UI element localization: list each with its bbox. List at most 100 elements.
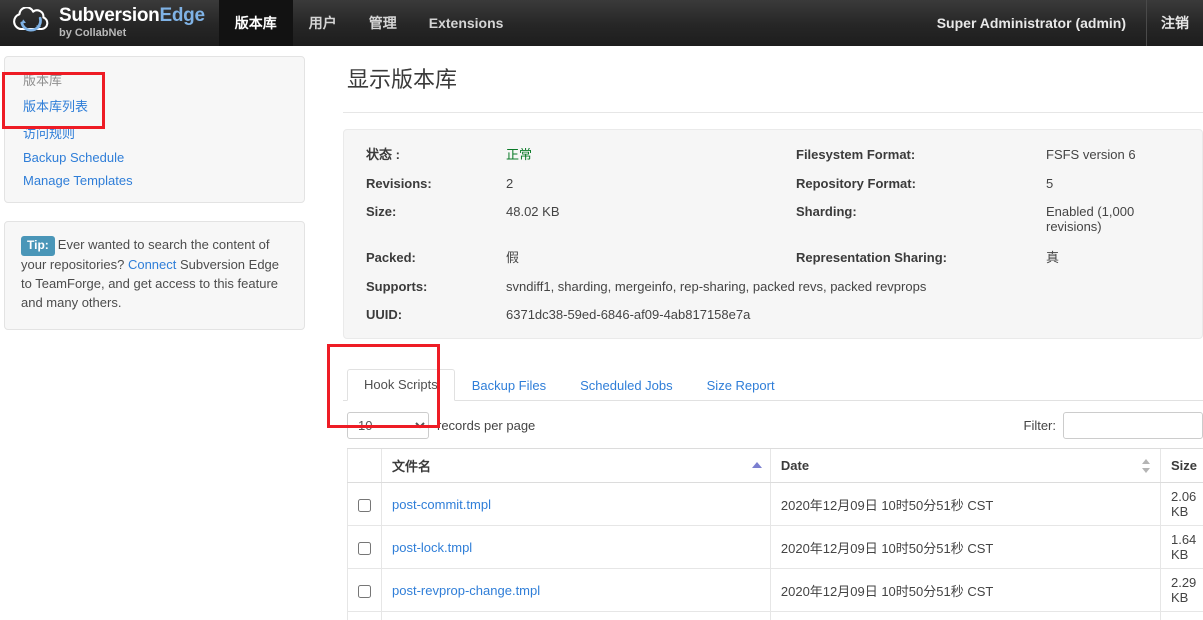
row-checkbox[interactable] [358, 584, 371, 598]
sidebar-menu-heading: 版本库 [23, 73, 63, 88]
file-link[interactable]: post-lock.tmpl [392, 540, 472, 555]
sidebar-item-manage-templates[interactable]: Manage Templates [5, 169, 304, 192]
repository-info-panel: 状态 : 正常 Filesystem Format: FSFS version … [343, 129, 1203, 339]
row-checkbox[interactable] [358, 498, 371, 512]
repository-info-grid: 状态 : 正常 Filesystem Format: FSFS version … [366, 144, 1180, 322]
info-value-revisions: 2 [506, 176, 514, 191]
info-label-repository-format: Repository Format: [796, 176, 916, 191]
brand-name-secondary: Edge [159, 5, 205, 26]
top-bar-right: Super Administrator (admin) 注销 [917, 0, 1203, 46]
logout-button[interactable]: 注销 [1146, 0, 1203, 46]
info-label-sharding: Sharding: [796, 204, 857, 219]
info-label-status: 状态 : [366, 147, 400, 162]
brand-logo-area[interactable]: SubversionEdge by CollabNet [0, 0, 219, 46]
column-header-filename[interactable]: 文件名 [381, 448, 771, 483]
table-row: post-lock.tmpl 2020年12月09日 10时50分51秒 CST… [347, 525, 1203, 569]
info-label-size: Size: [366, 204, 397, 219]
top-navigation-bar: SubversionEdge by CollabNet 版本库 用户 管理 Ex… [0, 0, 1203, 46]
sidebar: 版本库 版本库列表 访问规则 Backup Schedule Manage Te… [0, 46, 305, 330]
row-checkbox[interactable] [358, 541, 371, 555]
row-size-cell: 1.64 KB [1159, 525, 1203, 569]
info-label-packed: Packed: [366, 250, 416, 265]
nav-item-repositories[interactable]: 版本库 [218, 0, 293, 46]
row-size-cell: 2.06 KB [1159, 482, 1203, 526]
filter-label: Filter: [1023, 418, 1057, 433]
row-select-cell [347, 568, 382, 612]
info-label-representation-sharing: Representation Sharing: [796, 250, 947, 265]
filter-area: Filter: [1024, 412, 1203, 439]
info-value-representation-sharing: 真 [1046, 250, 1060, 265]
table-row: post-unlock.tmpl 2020年12月09日 10时50分51秒 C… [347, 611, 1203, 620]
brand-name-primary: Subversion [59, 5, 160, 26]
table-row: post-commit.tmpl 2020年12月09日 10时50分51秒 C… [347, 482, 1203, 526]
tip-badge: Tip: [21, 236, 55, 257]
info-label-revisions: Revisions: [366, 176, 432, 191]
info-value-filesystem-format: FSFS version 6 [1046, 147, 1136, 162]
row-select-cell [347, 482, 382, 526]
brand-text: SubversionEdge by CollabNet [59, 6, 205, 40]
brand-tagline: by CollabNet [59, 27, 127, 39]
current-user-label: Super Administrator (admin) [936, 15, 1126, 31]
table-row: post-revprop-change.tmpl 2020年12月09日 10时… [347, 568, 1203, 612]
column-header-filename-label: 文件名 [392, 459, 432, 474]
row-date-cell: 2020年12月09日 10时50分51秒 CST [769, 568, 1161, 612]
tab-hook-scripts[interactable]: Hook Scripts [347, 369, 455, 401]
nav-item-extensions[interactable]: Extensions [413, 0, 520, 46]
info-value-supports: svndiff1, sharding, mergeinfo, rep-shari… [506, 279, 927, 294]
hook-scripts-table-body: post-commit.tmpl 2020年12月09日 10时50分51秒 C… [347, 482, 1203, 620]
sidebar-item-repository-list[interactable]: 版本库列表 [5, 92, 304, 119]
column-header-select[interactable] [347, 448, 382, 483]
nav-item-users[interactable]: 用户 [293, 0, 353, 46]
info-value-status: 正常 [506, 147, 533, 162]
row-size-cell: 1.57 KB [1159, 611, 1203, 620]
row-date-cell: 2020年12月09日 10时50分51秒 CST [769, 482, 1161, 526]
main-content: 显示版本库 状态 : 正常 Filesystem Format: FSFS ve… [305, 46, 1203, 620]
sort-both-icon [1141, 458, 1151, 473]
info-value-uuid: 6371dc38-59ed-6846-af09-4ab817158e7a [506, 307, 751, 322]
table-header-row: 文件名 Date Size [347, 448, 1203, 483]
tab-scheduled-jobs[interactable]: Scheduled Jobs [563, 370, 690, 401]
cloud-arrows-logo-icon [8, 6, 50, 39]
page-title: 显示版本库 [347, 67, 458, 92]
records-per-page-label: records per page [437, 418, 536, 433]
hook-scripts-table-head: 文件名 Date Size [347, 448, 1203, 483]
sidebar-item-access-rules[interactable]: 访问规则 [5, 119, 304, 146]
tab-size-report[interactable]: Size Report [690, 370, 792, 401]
row-select-cell [347, 611, 382, 620]
row-filename-cell: post-lock.tmpl [381, 525, 771, 569]
hook-scripts-table: 文件名 Date Size post-commit.tmpl 2020年12月0… [347, 448, 1203, 620]
tip-panel: Tip: Ever wanted to search the content of… [4, 221, 305, 330]
info-label-supports: Supports: [366, 279, 428, 294]
row-filename-cell: post-revprop-change.tmpl [381, 568, 771, 612]
row-select-cell [347, 525, 382, 569]
file-link[interactable]: post-commit.tmpl [392, 497, 491, 512]
row-filename-cell: post-unlock.tmpl [381, 611, 771, 620]
info-label-uuid: UUID: [366, 307, 403, 322]
column-header-date-label: Date [780, 458, 810, 473]
tab-backup-files[interactable]: Backup Files [455, 370, 563, 401]
column-header-size-label: Size [1170, 458, 1197, 473]
page-body: 版本库 版本库列表 访问规则 Backup Schedule Manage Te… [0, 46, 1203, 620]
tip-connect-link[interactable]: Connect [128, 257, 176, 272]
row-date-cell: 2020年12月09日 10时50分51秒 CST [769, 611, 1161, 620]
info-label-filesystem-format: Filesystem Format: [796, 147, 916, 162]
main-nav: 版本库 用户 管理 Extensions [218, 0, 520, 46]
file-link[interactable]: post-revprop-change.tmpl [392, 583, 540, 598]
sidebar-item-backup-schedule[interactable]: Backup Schedule [5, 146, 304, 169]
column-header-date[interactable]: Date [769, 448, 1161, 483]
records-per-page-select[interactable]: 10 25 50 100 [347, 412, 429, 439]
nav-item-administration[interactable]: 管理 [353, 0, 413, 46]
table-controls: 10 25 50 100 records per page Filter: [343, 412, 1203, 439]
row-filename-cell: post-commit.tmpl [381, 482, 771, 526]
sidebar-menu-panel: 版本库 版本库列表 访问规则 Backup Schedule Manage Te… [4, 56, 305, 203]
repository-detail-tabs: Hook Scripts Backup Files Scheduled Jobs… [343, 365, 1203, 401]
sort-ascending-icon [751, 459, 762, 473]
info-value-sharding: Enabled (1,000 revisions) [1046, 204, 1135, 234]
row-size-cell: 2.29 KB [1159, 568, 1203, 612]
filter-input[interactable] [1063, 412, 1203, 439]
info-value-size: 48.02 KB [506, 204, 560, 219]
row-date-cell: 2020年12月09日 10时50分51秒 CST [769, 525, 1161, 569]
title-divider [343, 112, 1203, 113]
info-value-packed: 假 [506, 250, 520, 265]
column-header-size[interactable]: Size [1159, 448, 1203, 483]
